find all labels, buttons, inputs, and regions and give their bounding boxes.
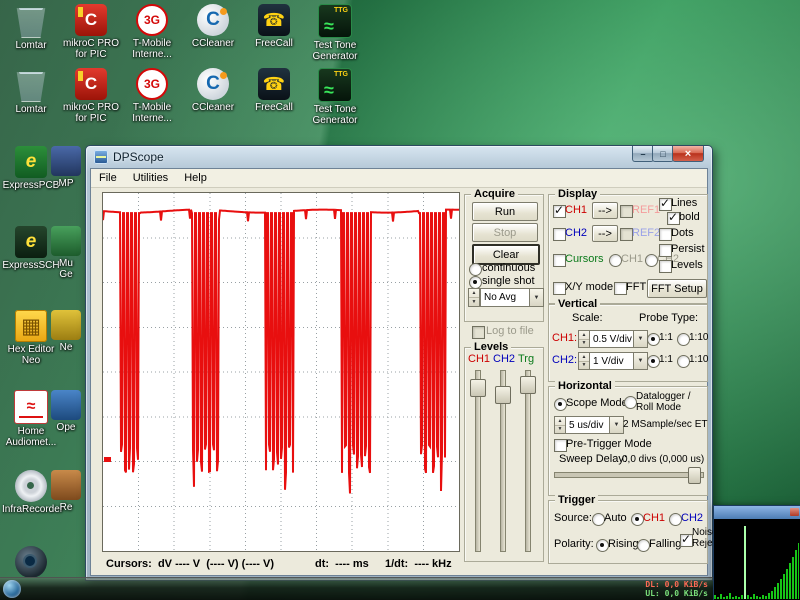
menu-utilities[interactable]: Utilities xyxy=(125,170,176,186)
tmobile-3g-icon: 3G xyxy=(136,68,168,100)
bandwidth-meter-titlebar[interactable] xyxy=(714,506,800,519)
window-title: DPScope xyxy=(113,150,164,164)
app-icon xyxy=(51,146,81,176)
app-icon xyxy=(51,226,81,256)
desktop-icon-ccleaner[interactable]: C CCleaner xyxy=(184,4,242,49)
ch2-scale-dropdown[interactable]: 1 V/div xyxy=(589,352,648,370)
dropdown-arrow-icon[interactable] xyxy=(633,353,647,369)
sample-rate-label: 2 MSample/sec ET xyxy=(623,419,708,430)
ch2-level-thumb[interactable] xyxy=(495,386,511,404)
audiometer-icon: ≈ xyxy=(14,390,48,424)
desktop-icon-ccleaner-2[interactable]: C CCleaner xyxy=(184,68,242,113)
sweep-delay-value: 0,0 divs (0,000 us) xyxy=(622,454,705,465)
desktop-icon-tmobile-2[interactable]: 3G T-Mobile Interne... xyxy=(123,68,181,124)
ch1-scale-dropdown[interactable]: 0.5 V/div xyxy=(589,330,648,348)
timebase-dropdown[interactable]: 5 us/div xyxy=(565,416,624,434)
ccleaner-icon: C xyxy=(197,4,229,36)
window-client-area: File Utilities Help Cursors: dV ---- V (… xyxy=(90,168,720,576)
dropdown-arrow-icon[interactable] xyxy=(633,331,647,347)
dpscope-window[interactable]: DPScope File Utilities Help Cursors: dV … xyxy=(85,145,720,581)
stop-button[interactable]: Stop xyxy=(472,223,538,242)
phone-icon: ☎ xyxy=(258,68,290,100)
desktop-icon-mikroc-2[interactable]: C mikroC PRO for PIC xyxy=(62,68,120,124)
bandwidth-meter-graph xyxy=(714,519,800,600)
close-button[interactable] xyxy=(672,146,704,162)
desktop-icon-partial-4[interactable]: Ope xyxy=(44,390,88,433)
desktop-icon-freecall-2[interactable]: ☎ FreeCall xyxy=(245,68,303,113)
waveform-plot[interactable] xyxy=(102,192,460,552)
cursor-readout: Cursors: dV ---- V (---- V) (---- V) xyxy=(106,558,275,570)
desktop-icon-partial-1[interactable]: MP xyxy=(44,146,88,189)
desktop-icon-freecall[interactable]: ☎ FreeCall xyxy=(245,4,303,49)
sweep-delay-thumb[interactable] xyxy=(688,467,701,484)
desktop-icon-lomtar[interactable]: Lomtar xyxy=(2,4,60,51)
app-icon xyxy=(51,310,81,340)
ch1-level-thumb[interactable] xyxy=(470,379,486,397)
phone-icon: ☎ xyxy=(258,4,290,36)
test-tone-generator-icon: TTG xyxy=(318,4,352,38)
continuous-radio[interactable] xyxy=(469,263,482,276)
mikroc-icon: C xyxy=(75,4,107,36)
desktop-icon-partial-5[interactable]: Re xyxy=(44,470,88,513)
recycle-bin-icon xyxy=(16,8,46,38)
recycle-bin-icon xyxy=(16,72,46,102)
app-icon xyxy=(51,390,81,420)
desktop-icon-webcam[interactable] xyxy=(2,546,60,580)
desktop-icon-ttg[interactable]: TTG Test Tone Generator xyxy=(306,4,364,62)
dropdown-arrow-icon[interactable] xyxy=(529,289,543,306)
mikroc-icon: C xyxy=(75,68,107,100)
tmobile-3g-icon: 3G xyxy=(136,4,168,36)
sweep-delay-slider[interactable] xyxy=(554,467,704,484)
ch2-level-slider[interactable] xyxy=(495,370,511,552)
run-button[interactable]: Run xyxy=(472,202,538,221)
start-orb[interactable] xyxy=(3,580,21,598)
expresssch-icon: e xyxy=(15,226,47,258)
desktop-icon-partial-3[interactable]: Ne xyxy=(44,310,88,353)
hex-editor-icon: ▦ xyxy=(15,310,47,342)
minimize-button[interactable] xyxy=(632,146,654,162)
menu-help[interactable]: Help xyxy=(176,170,215,186)
average-dropdown[interactable]: No Avg xyxy=(480,288,544,307)
desktop-icon-tmobile[interactable]: 3G T-Mobile Interne... xyxy=(123,4,181,60)
app-icon xyxy=(51,470,81,500)
average-spinner[interactable] xyxy=(468,288,480,307)
log-to-file-checkbox[interactable] xyxy=(472,326,485,339)
bandwidth-meter-window[interactable] xyxy=(713,505,800,600)
webcam-icon xyxy=(15,546,47,578)
window-titlebar[interactable]: DPScope xyxy=(86,146,712,168)
taskbar[interactable]: DL: 0,0 KiB/s UL: 0,0 KiB/s xyxy=(0,577,800,600)
desktop-icon-lomtar-2[interactable]: Lomtar xyxy=(2,68,60,115)
network-meter-tray: DL: 0,0 KiB/s UL: 0,0 KiB/s xyxy=(645,580,708,598)
menu-bar: File Utilities Help xyxy=(91,169,707,188)
test-tone-generator-icon: TTG xyxy=(318,68,352,102)
trigger-level-thumb[interactable] xyxy=(520,376,536,394)
desktop-icon-mikroc[interactable]: C mikroC PRO for PIC xyxy=(62,4,120,60)
dpscope-app-icon xyxy=(94,150,108,164)
dropdown-arrow-icon[interactable] xyxy=(609,417,623,433)
trigger-level-slider[interactable] xyxy=(520,370,536,552)
maximize-button[interactable] xyxy=(652,146,674,162)
desktop-icon-partial-2[interactable]: Mu Ge xyxy=(44,226,88,280)
expresspcb-icon: e xyxy=(15,146,47,178)
copy-ch2-to-ref-button[interactable]: --> xyxy=(592,225,618,242)
copy-ch1-to-ref-button[interactable]: --> xyxy=(592,202,618,219)
dt-readout: dt: ---- ms xyxy=(315,558,369,570)
disc-icon xyxy=(15,470,47,502)
download-rate: DL: 0,0 KiB/s xyxy=(645,580,708,589)
fft-setup-button[interactable]: FFT Setup xyxy=(647,279,707,298)
menu-file[interactable]: File xyxy=(91,170,125,186)
upload-rate: UL: 0,0 KiB/s xyxy=(645,589,708,598)
desktop-icon-ttg-2[interactable]: TTG Test Tone Generator xyxy=(306,68,364,126)
ccleaner-icon: C xyxy=(197,68,229,100)
ch1-level-slider[interactable] xyxy=(470,370,486,552)
desktop: Lomtar C mikroC PRO for PIC 3G T-Mobile … xyxy=(0,0,800,600)
spectrum-graph xyxy=(714,526,800,599)
inverse-dt-readout: 1/dt: ---- kHz xyxy=(385,558,452,570)
